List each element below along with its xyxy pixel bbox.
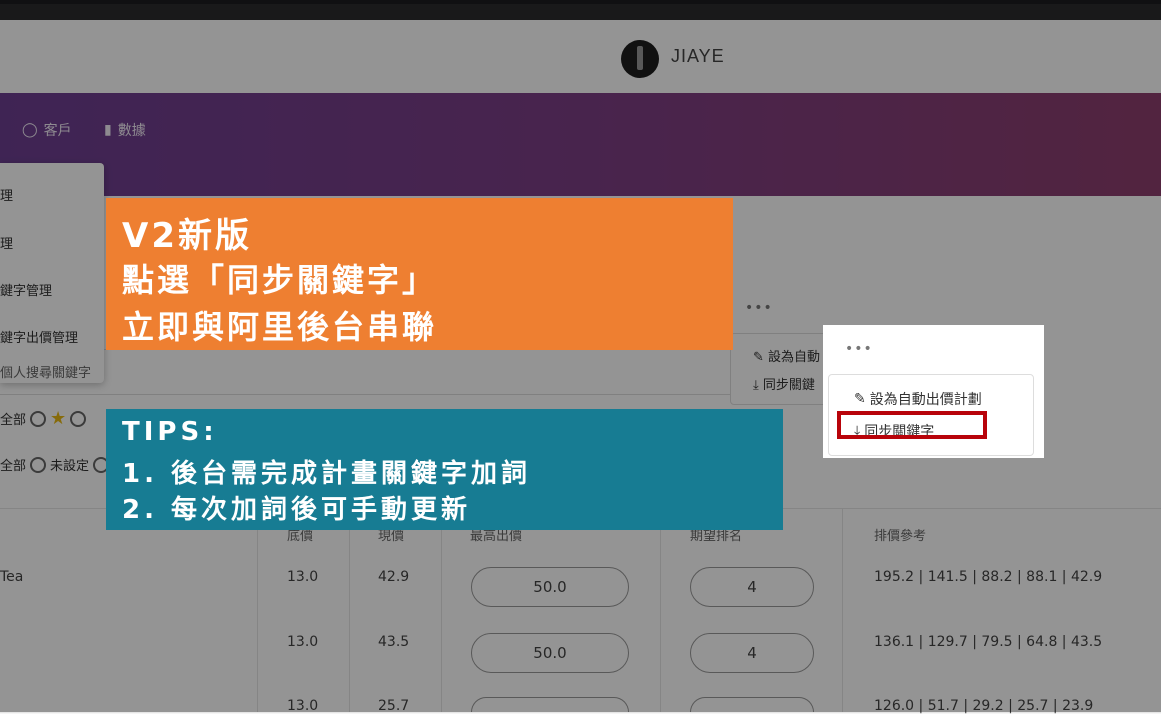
tips-item: 2. 每次加詞後可手動更新 — [122, 495, 472, 525]
zoomed-menu-inset: ••• ✎ 設為自動出價計劃 ⤓ 同步關鍵字 — [823, 325, 1044, 458]
pencil-icon: ✎ — [854, 391, 866, 407]
tips-title: TIPS: — [122, 417, 218, 447]
menu-item-auto-bid-label: 設為自動出價計劃 — [869, 392, 982, 408]
sync-keywords-highlight — [837, 411, 987, 439]
tips-item: 1. 後台需完成計畫關鍵字加詞 — [122, 459, 532, 489]
tutorial-tips-box: TIPS: 1. 後台需完成計畫關鍵字加詞 2. 每次加詞後可手動更新 — [106, 409, 783, 530]
banner-description: 立即與阿里後台串聯 — [122, 308, 438, 346]
menu-item-auto-bid[interactable]: ✎ 設為自動出價計劃 — [854, 389, 982, 409]
row-actions-button[interactable]: ••• — [845, 341, 873, 357]
banner-title: V2新版 — [122, 216, 252, 256]
banner-instruction: 點選「同步關鍵字」 — [122, 261, 438, 299]
tutorial-banner-v2: V2新版 點選「同步關鍵字」 立即與阿里後台串聯 — [106, 198, 733, 350]
